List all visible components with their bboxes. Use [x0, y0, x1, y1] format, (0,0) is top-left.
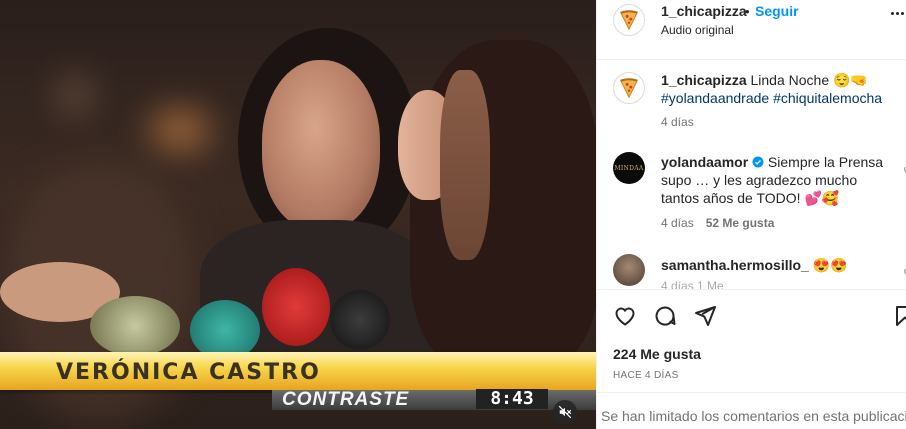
comment-time[interactable]: 4 días 1 Me	[661, 279, 724, 289]
like-count[interactable]: 224 Me gusta	[613, 346, 701, 362]
comment-text: 😍😍	[812, 257, 848, 273]
like-button[interactable]	[613, 304, 637, 333]
reel-video[interactable]: VERÓNICA CASTRO CONTRASTE 8:43	[0, 0, 596, 429]
comment-text-line3: tantos años de TODO! 💕🥰	[661, 190, 840, 206]
caption-hashtags[interactable]: #yolandaandrade #chiquitalemocha	[661, 90, 882, 106]
mute-button[interactable]	[553, 400, 577, 424]
person-face	[262, 60, 380, 230]
comment-meta: 4 días 52 Me gusta	[661, 216, 774, 230]
post-header: 1_chicapizza • Seguir Audio original	[597, 0, 906, 60]
pizza-icon	[620, 78, 638, 99]
microphone	[90, 296, 180, 356]
avatar-logo-text: MINDAA	[614, 164, 644, 172]
comments-list: 1_chicapizza Linda Noche 😌🤜 #yolandaandr…	[597, 60, 906, 290]
second-person-long-hair	[440, 70, 490, 260]
comment-button[interactable]	[653, 304, 677, 333]
post-date[interactable]: HACE 4 DÍAS	[613, 370, 679, 381]
share-icon	[695, 306, 716, 326]
comment: yolandaamor Siempre la Prensa supo … y l…	[661, 153, 891, 207]
teal-microphone	[190, 300, 260, 360]
comment-time[interactable]: 4 días	[661, 216, 694, 230]
share-button[interactable]	[693, 304, 717, 333]
ticker-label: CONTRASTE	[282, 389, 410, 410]
lower-third-name: VERÓNICA CASTRO	[56, 360, 321, 385]
author-username[interactable]: 1_chicapizza	[661, 3, 747, 19]
ticker-time: 8:43	[476, 389, 548, 409]
caption: 1_chicapizza Linda Noche 😌🤜 #yolandaandr…	[661, 71, 901, 107]
comment-likes[interactable]: 52 Me gusta	[706, 216, 775, 230]
follow-button[interactable]: Seguir	[755, 3, 799, 19]
audio-label[interactable]: Audio original	[661, 23, 734, 37]
save-button[interactable]	[893, 304, 906, 333]
more-horizontal-icon	[891, 12, 904, 15]
comment-username[interactable]: yolandaamor	[661, 154, 748, 170]
background-lamp	[150, 110, 210, 150]
author-avatar[interactable]	[613, 4, 645, 36]
comment: samantha.hermosillo_ 😍😍	[661, 256, 901, 274]
verified-badge-icon	[752, 156, 764, 168]
black-microphone	[330, 290, 390, 350]
post-sidebar: 1_chicapizza • Seguir Audio original 1_c…	[596, 0, 906, 429]
red-microphone	[262, 268, 330, 346]
bookmark-icon	[896, 306, 906, 326]
speaker-muted-icon	[558, 405, 572, 419]
comment-username[interactable]: samantha.hermosillo_	[661, 257, 809, 273]
commenter-avatar[interactable]	[613, 254, 645, 286]
caption-username[interactable]: 1_chicapizza	[661, 72, 747, 88]
pizza-icon	[620, 10, 638, 31]
comment-text-line1: Siempre la Prensa	[767, 154, 884, 170]
comment-text-line2: supo … y les agradezco mucho	[661, 172, 858, 188]
comment-icon	[655, 306, 676, 326]
heart-icon	[615, 307, 635, 326]
caption-avatar[interactable]	[613, 72, 645, 104]
dot-separator: •	[745, 4, 750, 19]
more-options-button[interactable]	[891, 12, 904, 15]
background-light	[60, 80, 90, 110]
comments-limited-bar: Se han limitado los comentarios en esta …	[597, 392, 906, 429]
second-person-hair	[410, 40, 596, 370]
caption-text: Linda Noche 😌🤜	[750, 72, 868, 88]
comments-limited-text: Se han limitado los comentarios en esta …	[601, 408, 906, 424]
commenter-avatar[interactable]: MINDAA	[613, 152, 645, 184]
caption-time[interactable]: 4 días	[661, 115, 694, 129]
